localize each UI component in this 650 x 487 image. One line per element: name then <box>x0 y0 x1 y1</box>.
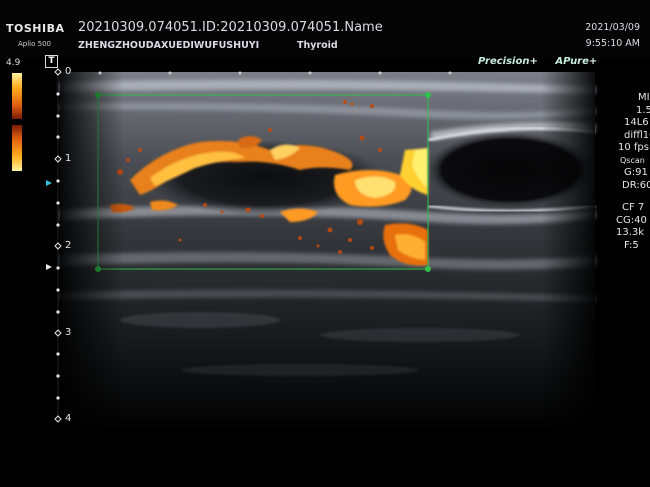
scanner-model: Aplio 500 <box>18 40 51 48</box>
depth-label-3: 3 <box>65 327 72 338</box>
apure-label: Pure <box>563 56 589 67</box>
ultrasound-scan <box>46 68 596 432</box>
param-mi: MI <box>638 92 650 103</box>
focus-zone-icon <box>46 264 52 270</box>
param-dynamic-range: DR:60 <box>622 179 650 191</box>
param-color-freq: CF 7 <box>622 202 645 213</box>
orientation-marker-icon: T <box>45 55 58 68</box>
depth-label-2: 2 <box>65 240 72 251</box>
depth-label-0: 0 <box>65 66 72 77</box>
exam-preset: Thyroid <box>297 40 338 51</box>
precision-label: Precision <box>478 56 530 67</box>
brand-logo: TOSHIBA <box>6 22 65 35</box>
focus-marker-icon <box>46 180 52 186</box>
param-color-gain: CG:40 <box>616 214 647 226</box>
precision-symbol: + <box>529 56 538 67</box>
header-bar: TOSHIBA Aplio 500 20210309.074051.ID:202… <box>0 0 650 57</box>
depth-label-1: 1 <box>65 153 72 164</box>
depth-label-4: 4 <box>65 413 72 424</box>
study-id: 20210309.074051.ID:20210309.074051.Name <box>78 20 383 35</box>
param-gain: G:91 <box>624 167 648 178</box>
param-probe: 14L6 <box>624 117 649 128</box>
image-enhancement-labels: Precision+ APure+ <box>478 56 597 67</box>
exam-date: 2021/03/09 <box>585 22 640 33</box>
apure-prefix: A <box>555 56 564 67</box>
institution-name: ZHENGZHOUDAXUEDIWUFUSHUYI <box>78 40 260 51</box>
imaging-parameters: MI 1.5 14L6 diffl10 10 fps Qscan G:91 DR… <box>598 92 650 252</box>
exam-time: 9:55:10 AM <box>585 38 640 49</box>
param-prf: 13.3k <box>616 227 645 238</box>
param-harmonic: diffl10 <box>624 129 650 141</box>
param-qscan: Qscan <box>620 155 645 165</box>
param-framerate: 10 fps <box>618 142 649 153</box>
apure-symbol: + <box>588 56 598 67</box>
param-filter: F:5 <box>624 239 639 251</box>
depth-scale <box>46 68 62 423</box>
ultrasound-image <box>0 56 650 487</box>
param-mi-value: 1.5 <box>636 104 650 116</box>
